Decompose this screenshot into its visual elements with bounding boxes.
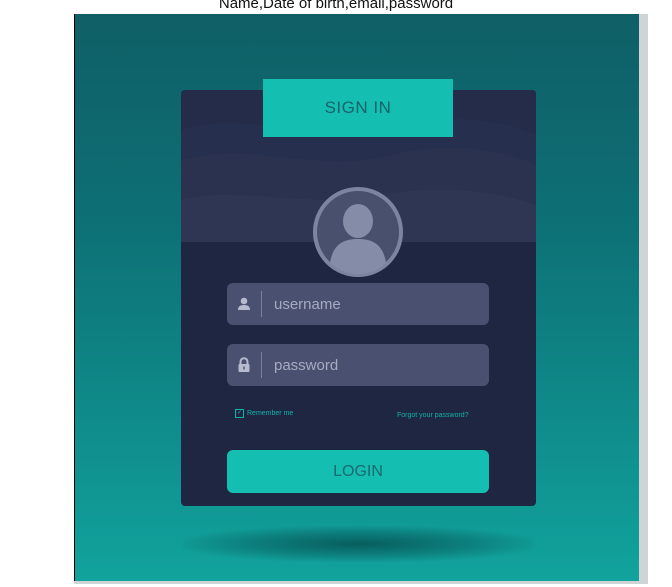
sign-in-title: SIGN IN <box>263 79 453 137</box>
lock-icon <box>227 344 261 386</box>
username-field <box>227 283 489 325</box>
username-input[interactable] <box>262 294 476 314</box>
image-caption: Name,Date of birth,email,password <box>218 0 454 12</box>
frame-edge-shadow <box>639 14 648 581</box>
checkbox-icon[interactable]: ✓ <box>235 409 244 418</box>
password-input[interactable] <box>262 355 476 375</box>
user-icon <box>227 283 261 325</box>
remember-me-checkbox[interactable]: ✓ Remember me <box>235 409 293 418</box>
login-button[interactable]: LOGIN <box>227 450 489 493</box>
login-screen-background: SIGN IN ✓ Remember me Forgot your <box>74 14 640 581</box>
user-avatar-icon <box>313 187 403 277</box>
remember-me-label: Remember me <box>247 410 294 417</box>
forgot-password-link[interactable]: Forgot your password? <box>397 412 469 419</box>
password-field <box>227 344 489 386</box>
frame-bottom-edge <box>74 581 648 584</box>
card-shadow <box>183 526 535 562</box>
